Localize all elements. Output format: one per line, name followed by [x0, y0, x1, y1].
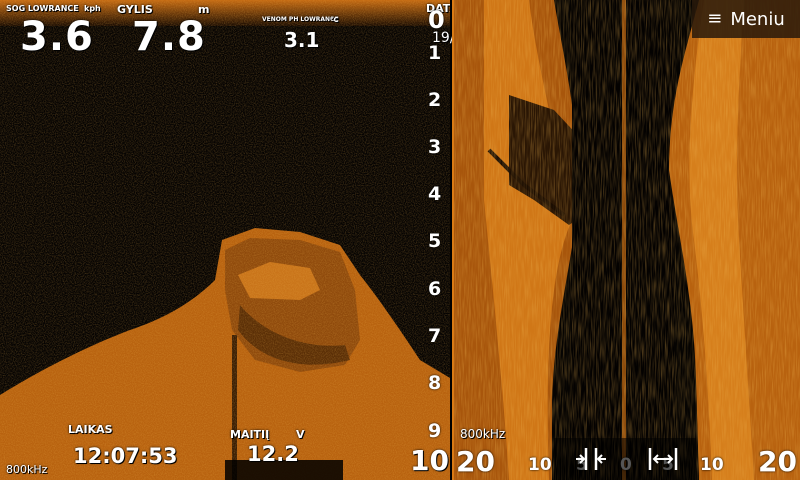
water-temp-value: 3.1: [284, 28, 320, 52]
zoom-expand-icon: [648, 448, 678, 470]
range-left-outer: 20: [456, 445, 495, 478]
depth-scale-9: 9: [428, 420, 442, 442]
frequency-label: 800kHz: [6, 463, 48, 476]
sidescan-image: [454, 0, 800, 480]
menu-button[interactable]: ≡ Meniu: [692, 0, 800, 38]
hamburger-icon: ≡: [707, 8, 723, 29]
voltage-unit: V: [296, 428, 305, 441]
depth-scale-4: 4: [428, 183, 442, 205]
downscan-pane[interactable]: SOG LOWRANCE kph 3.6 GYLIS m 7.8 VENOM P…: [0, 0, 450, 480]
zoom-out-button[interactable]: [646, 442, 680, 476]
sog-value: 3.6: [20, 14, 94, 60]
zoom-compress-icon: [576, 448, 606, 470]
water-temp-unit: °C: [330, 16, 339, 24]
menu-label: Meniu: [730, 8, 785, 30]
time-label: LAIKAS: [68, 423, 113, 436]
depth-scale-7: 7: [428, 325, 442, 347]
downscan-image: [0, 0, 450, 480]
depth-scale-6: 6: [428, 278, 442, 300]
time-value: 12:07:53: [73, 444, 178, 468]
voltage-value: 12.2: [247, 442, 299, 466]
water-temp-label: VENOM PH LOWRANCE: [262, 16, 339, 23]
range-right-outer: 20: [758, 445, 797, 478]
range-center: 0: [620, 455, 632, 475]
depth-range-max: 10: [410, 444, 449, 477]
zoom-in-button[interactable]: [574, 442, 608, 476]
depth-scale-8: 8: [428, 372, 442, 394]
depth-value: 7.8: [132, 14, 206, 60]
depth-scale-3: 3: [428, 136, 442, 158]
sog-unit: kph: [84, 4, 101, 13]
sog-label: SOG LOWRANCE: [6, 4, 79, 13]
depth-scale-2: 2: [428, 89, 442, 111]
range-right-inner: 10: [700, 455, 724, 475]
voltage-label: MAITIĮ: [230, 428, 270, 441]
sidescan-pane[interactable]: ≡ Meniu 800kHz 20 10 5 0 5 10 20: [452, 0, 800, 480]
sidescan-frequency: 800kHz: [460, 427, 506, 441]
range-left-inner: 10: [528, 455, 552, 475]
depth-scale-5: 5: [428, 230, 442, 252]
